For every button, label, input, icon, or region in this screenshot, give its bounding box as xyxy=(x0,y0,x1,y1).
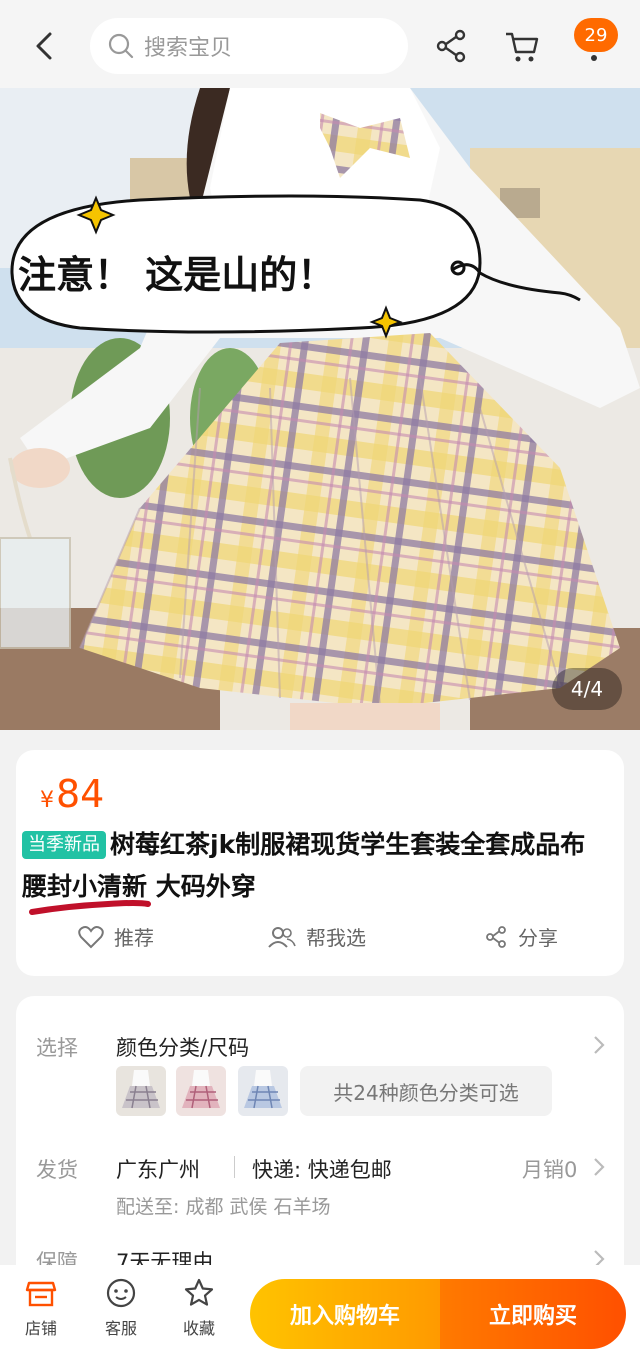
search-box[interactable]: 搜索宝贝 xyxy=(90,18,408,74)
favorite-label: 收藏 xyxy=(182,1319,215,1338)
ship-from: 广东广州 xyxy=(116,1158,200,1182)
red-underline-annotation xyxy=(29,900,151,915)
shop-icon xyxy=(25,1281,57,1307)
share-small-icon xyxy=(486,925,506,948)
search-icon xyxy=(108,33,134,59)
divider xyxy=(234,1156,235,1178)
currency-symbol: ¥ xyxy=(40,788,54,813)
price: ¥84 xyxy=(40,772,104,816)
people-icon xyxy=(268,926,296,948)
variant-thumbnail[interactable] xyxy=(116,1066,166,1116)
help-choose-label: 帮我选 xyxy=(306,926,366,950)
favorite-tab[interactable]: 收藏 xyxy=(164,1277,234,1339)
shop-tab[interactable]: 店铺 xyxy=(6,1277,76,1339)
cart-icon[interactable] xyxy=(502,26,542,66)
product-title-text: 树莓红茶jk制服裙现货学生套装全套成品布腰封小清新 大码外穿 xyxy=(22,830,586,901)
chevron-right-icon[interactable] xyxy=(592,1034,606,1056)
add-to-cart-button[interactable]: 加入购物车 xyxy=(250,1279,440,1349)
heart-icon xyxy=(78,925,104,948)
shop-label: 店铺 xyxy=(24,1319,57,1338)
monthly-sales: 月销0 xyxy=(522,1158,578,1182)
variant-thumbnail[interactable] xyxy=(238,1066,288,1116)
service-tab[interactable]: 客服 xyxy=(86,1277,156,1339)
express-info: 快递: 快递包邮 xyxy=(252,1158,392,1182)
back-arrow-icon[interactable] xyxy=(28,28,64,64)
recommend-button[interactable]: 推荐 xyxy=(78,922,154,951)
help-choose-button[interactable]: 帮我选 xyxy=(268,922,366,951)
product-image[interactable]: 注意！ 这是山的！ 4/4 xyxy=(0,88,640,730)
cart-count-badge[interactable]: 29 xyxy=(574,18,618,52)
share-product-button[interactable]: 分享 xyxy=(484,922,558,951)
deliver-to[interactable]: 配送至: 成都 武侯 石羊场 xyxy=(116,1192,331,1219)
recommend-label: 推荐 xyxy=(114,926,154,950)
overlay-note-text: 注意！ 这是山的！ xyxy=(18,252,335,297)
share-icon[interactable] xyxy=(432,26,472,66)
product-photo-illustration: 注意！ 这是山的！ xyxy=(0,88,640,730)
new-season-tag: 当季新品 xyxy=(22,831,106,859)
more-dot xyxy=(591,55,597,61)
image-page-indicator: 4/4 xyxy=(552,668,622,710)
bottom-action-bar: 店铺 客服 收藏 加入购物车 立即购买 xyxy=(0,1265,640,1361)
product-actions: 推荐 帮我选 分享 xyxy=(16,922,624,962)
ship-label: 发货 xyxy=(36,1158,78,1182)
buy-now-button[interactable]: 立即购买 xyxy=(440,1279,626,1349)
variant-thumbnail[interactable] xyxy=(176,1066,226,1116)
service-face-icon xyxy=(106,1278,136,1308)
more-variants-pill[interactable]: 共24种颜色分类可选 xyxy=(300,1066,552,1116)
top-nav: 搜索宝贝 29 xyxy=(0,0,640,90)
search-placeholder: 搜索宝贝 xyxy=(144,36,233,61)
chevron-right-icon[interactable] xyxy=(592,1156,606,1178)
service-label: 客服 xyxy=(104,1319,137,1338)
select-label: 选择 xyxy=(36,1036,78,1060)
price-value: 84 xyxy=(56,772,105,816)
star-icon xyxy=(184,1278,214,1306)
options-card: 选择 颜色分类/尺码 共24种颜色分类可选 发货 广东广州 快递: 快递包邮 月 xyxy=(16,996,624,1286)
share-label: 分享 xyxy=(518,926,558,950)
select-value[interactable]: 颜色分类/尺码 xyxy=(116,1032,249,1062)
